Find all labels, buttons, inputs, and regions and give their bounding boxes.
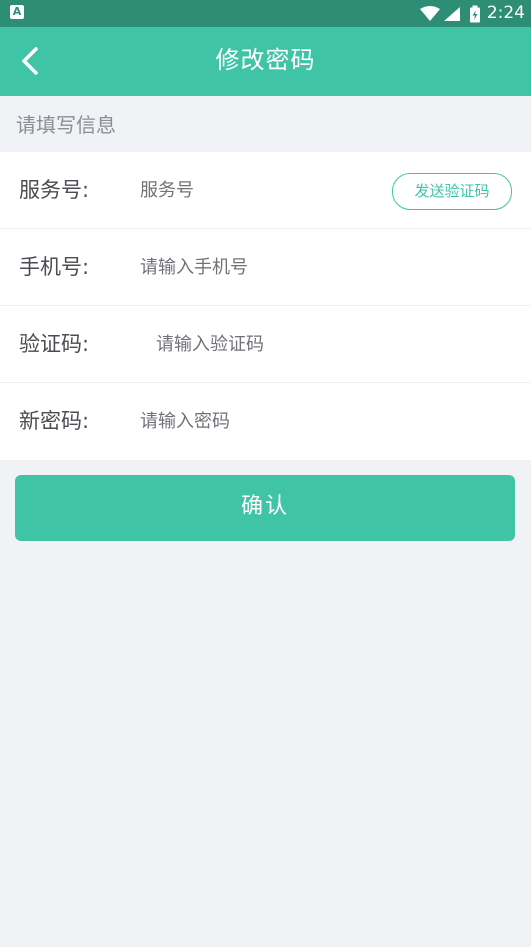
confirm-button[interactable]: 确认 <box>15 475 515 541</box>
new-password-input[interactable] <box>140 403 500 439</box>
notification-app-icon: A <box>10 5 24 19</box>
status-time: 2:24 <box>486 3 525 23</box>
page-title: 修改密码 <box>215 46 316 74</box>
phone-input[interactable] <box>140 249 500 285</box>
battery-icon <box>469 5 480 22</box>
wifi-icon <box>419 5 440 21</box>
verification-code-input[interactable] <box>156 326 376 362</box>
verification-code-label: 验证码: <box>19 332 90 356</box>
service-number-label: 服务号: <box>19 178 90 202</box>
chevron-left-icon <box>22 47 38 75</box>
send-code-button[interactable]: 发送验证码 <box>392 173 512 210</box>
verification-code-row: 验证码: <box>0 306 531 383</box>
phone-label: 手机号: <box>19 255 90 279</box>
status-bar: A 2:24 <box>0 0 531 27</box>
phone-row: 手机号: <box>0 229 531 306</box>
new-password-row: 新密码: <box>0 383 531 460</box>
signal-icon <box>443 6 460 21</box>
status-icons: 2:24 <box>419 0 525 27</box>
new-password-label: 新密码: <box>19 409 90 433</box>
section-title: 请填写信息 <box>16 113 116 137</box>
back-button[interactable] <box>12 41 52 81</box>
nav-bar: 修改密码 <box>0 27 531 96</box>
